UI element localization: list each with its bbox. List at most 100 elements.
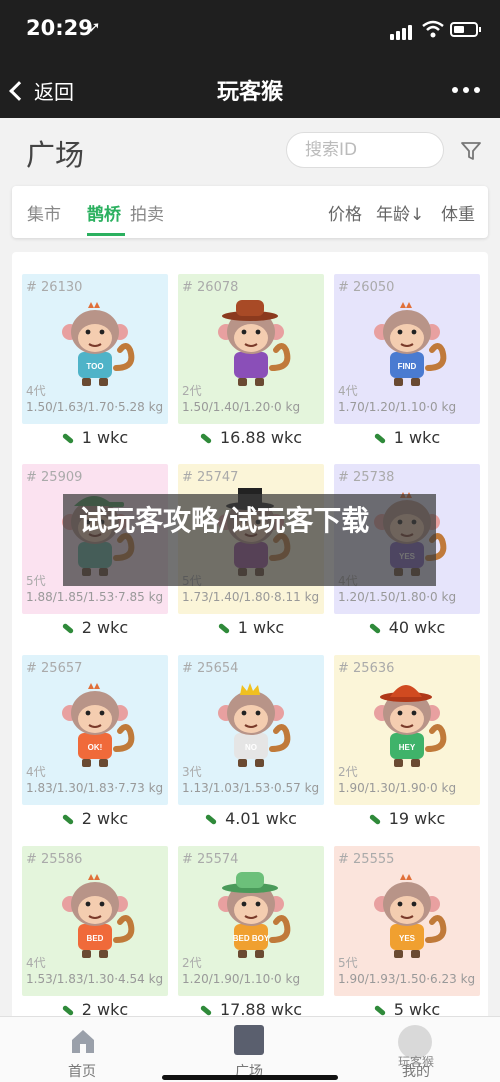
sort-price[interactable]: 价格	[328, 200, 362, 225]
tab-market[interactable]: 集市	[27, 200, 61, 225]
wifi-icon	[422, 20, 444, 38]
monkey-stats: 1.20/1.90/1.10·0 kg	[182, 972, 301, 986]
monkey-price-value: 19 wkc	[388, 809, 446, 828]
monkey-id: # 26050	[338, 280, 395, 295]
monkey-price: 19 wkc	[334, 809, 480, 828]
monkey-stats: 1.90/1.93/1.50·6.23 kg	[338, 972, 476, 986]
monkey-generation: 4代	[26, 765, 46, 779]
monkey-price: 1 wkc	[334, 428, 480, 447]
monkey-price: 2 wkc	[22, 809, 168, 828]
monkey-stats: 1.53/1.83/1.30·4.54 kg	[26, 972, 164, 986]
monkey-id: # 25574	[182, 852, 239, 867]
monkey-avatar-icon: OK!	[62, 683, 135, 767]
monkey-card[interactable]: # 25586 BED 4代 1.53/1.83/1.30·4.54 kg	[22, 846, 168, 996]
location-arrow-icon: ➚	[88, 18, 101, 36]
monkey-generation: 4代	[26, 956, 46, 970]
monkey-card[interactable]: # 26078 2代 1.50/1.40/1.20·0 kg	[178, 274, 324, 424]
tab-home-label: 首页	[68, 1064, 96, 1080]
monkey-card[interactable]: # 25654 NO 3代 1.13/1.03/1.53·0.57 kg	[178, 655, 324, 805]
monkey-stats: 1.50/1.63/1.70·5.28 kg	[26, 400, 164, 414]
svg-text:BED BOY: BED BOY	[233, 934, 270, 943]
monkey-stats: 1.20/1.50/1.80·0 kg	[338, 590, 457, 604]
monkey-avatar-icon: TOO	[62, 302, 135, 386]
dot-icon	[452, 87, 458, 93]
nav-title: 玩客猴	[216, 80, 283, 105]
leaf-icon	[61, 432, 74, 445]
monkey-stats: 1.73/1.40/1.80·8.11 kg	[182, 590, 320, 604]
monkey-id: # 25636	[338, 661, 395, 676]
monkey-price: 4.01 wkc	[178, 809, 324, 828]
svg-text:FIND: FIND	[398, 362, 417, 371]
page-header: 广场 搜索ID	[0, 118, 500, 190]
status-time: 20:29	[26, 16, 93, 40]
monkey-generation: 4代	[26, 384, 46, 398]
sort-age[interactable]: 年龄↓	[376, 200, 424, 225]
monkey-card[interactable]: # 25657 OK! 4代 1.83/1.30/1.83·7.73 kg	[22, 655, 168, 805]
monkey-id: # 25657	[26, 661, 83, 676]
monkey-price-value: 4.01 wkc	[225, 809, 297, 828]
monkey-price-value: 2 wkc	[81, 618, 129, 637]
leaf-icon	[61, 622, 74, 635]
monkey-id: # 25747	[182, 470, 239, 485]
monkey-price-value: 40 wkc	[388, 618, 446, 637]
monkey-price: 40 wkc	[334, 618, 480, 637]
monkey-generation: 2代	[182, 956, 202, 970]
monkey-card[interactable]: # 26130 TOO 4代 1.50/1.63/1.70·5.28 kg	[22, 274, 168, 424]
monkey-generation: 2代	[338, 765, 358, 779]
monkey-avatar-icon: FIND	[374, 302, 447, 386]
monkey-stats: 1.83/1.30/1.83·7.73 kg	[26, 781, 164, 795]
monkey-avatar-icon: BED BOY	[218, 872, 291, 958]
filter-icon[interactable]	[460, 140, 482, 162]
svg-text:BED: BED	[87, 934, 104, 943]
leaf-icon	[199, 1004, 213, 1017]
monkey-price: 1 wkc	[178, 618, 324, 637]
leaf-icon	[204, 813, 218, 826]
leaf-icon	[373, 432, 386, 445]
monkey-avatar-icon: HEY	[374, 685, 447, 767]
monkey-price: 1 wkc	[22, 428, 168, 447]
tab-matchmaking[interactable]: 鹊桥	[87, 200, 121, 225]
svg-text:OK!: OK!	[88, 743, 103, 752]
leaf-icon	[217, 622, 230, 635]
monkey-card[interactable]: # 25574 BED BOY 2代 1.20/1.90/1.10·0 kg	[178, 846, 324, 996]
monkey-avatar-icon	[218, 300, 291, 386]
svg-text:YES: YES	[399, 934, 416, 943]
monkey-generation: 3代	[182, 765, 202, 779]
monkey-id: # 25555	[338, 852, 395, 867]
leaf-icon	[61, 813, 74, 826]
more-button[interactable]	[452, 87, 480, 93]
monkey-stats: 1.70/1.20/1.10·0 kg	[338, 400, 457, 414]
monkey-id: # 25654	[182, 661, 239, 676]
monkey-stats: 1.90/1.30/1.90·0 kg	[338, 781, 457, 795]
monkey-stats: 1.88/1.85/1.53·7.85 kg	[26, 590, 164, 604]
svg-text:HEY: HEY	[399, 743, 416, 752]
nav-bar: 返回 玩客猴	[0, 60, 500, 118]
page-title: 广场	[26, 138, 85, 172]
market-tabs: 集市 鹊桥 拍卖 价格 年龄↓ 体重	[12, 186, 488, 238]
monkey-id: # 26078	[182, 280, 239, 295]
leaf-icon	[61, 1004, 74, 1017]
monkey-id: # 25738	[338, 470, 395, 485]
monkey-price: 16.88 wkc	[178, 428, 324, 447]
active-tab-indicator	[87, 233, 125, 236]
leaf-icon	[368, 622, 381, 635]
home-indicator	[162, 1075, 338, 1080]
leaf-icon	[368, 813, 381, 826]
monkey-generation: 5代	[338, 956, 358, 970]
monkey-card[interactable]: # 25636 HEY 2代 1.90/1.30/1.90·0 kg	[334, 655, 480, 805]
monkey-price-value: 1 wkc	[393, 428, 441, 447]
search-input[interactable]: 搜索ID	[286, 132, 444, 168]
signal-icon	[390, 24, 416, 40]
sort-weight[interactable]: 体重	[441, 200, 475, 225]
home-icon	[72, 1030, 94, 1053]
monkey-generation: 2代	[182, 384, 202, 398]
monkey-card[interactable]: # 25555 YES 5代 1.90/1.93/1.50·6.23 kg	[334, 846, 480, 996]
monkey-generation: 4代	[338, 384, 358, 398]
tab-auction[interactable]: 拍卖	[130, 200, 164, 225]
battery-icon	[450, 22, 481, 37]
monkey-price-value: 16.88 wkc	[219, 428, 303, 447]
store-icon	[234, 1025, 264, 1055]
monkey-card[interactable]: # 26050 FIND 4代 1.70/1.20/1.10·0 kg	[334, 274, 480, 424]
monkey-price-value: 2 wkc	[81, 809, 129, 828]
monkey-generation: 5代	[26, 574, 46, 588]
